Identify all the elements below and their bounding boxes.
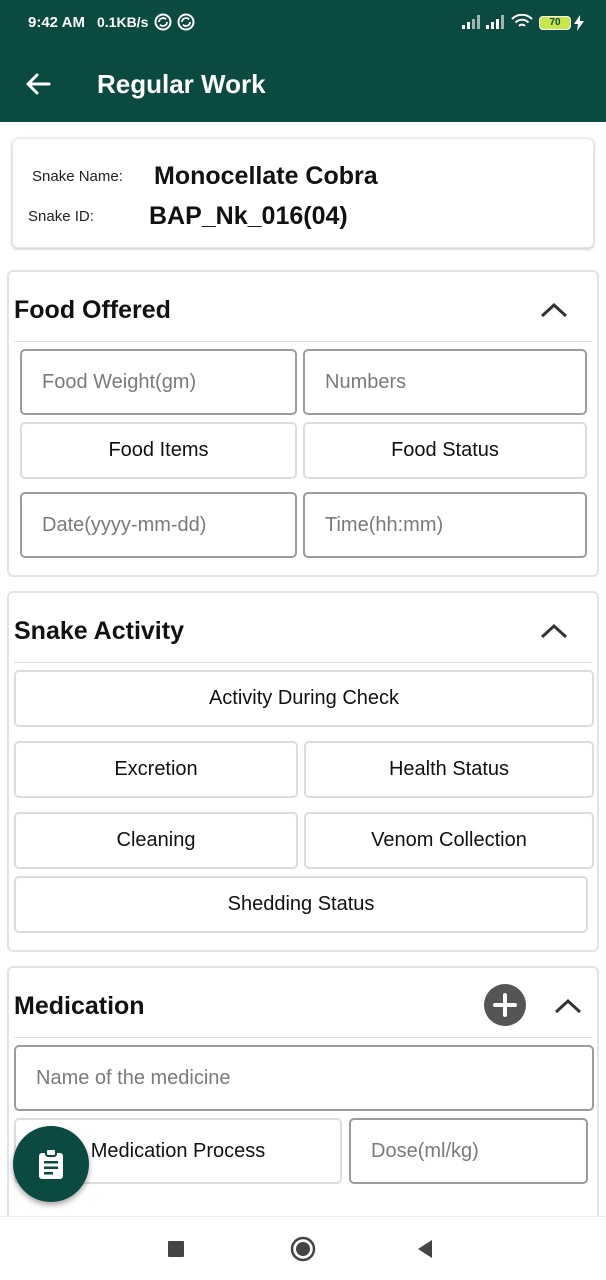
app-bar: Regular Work: [0, 46, 606, 122]
sync-icon: [177, 13, 195, 31]
system-navigation-bar: [0, 1216, 606, 1280]
excretion-button[interactable]: Excretion: [14, 741, 298, 798]
circle-icon[interactable]: [290, 1236, 316, 1262]
clipboard-fab-button[interactable]: [13, 1126, 89, 1202]
date-input[interactable]: Date(yyyy-mm-dd): [20, 492, 297, 558]
clipboard-icon: [39, 1148, 63, 1179]
chevron-up-icon[interactable]: [539, 621, 569, 641]
food-offered-card: Food Offered Food Weight(gm) Numbers Foo…: [7, 270, 599, 577]
snake-activity-card: Snake Activity Activity During Check Exc…: [7, 591, 599, 952]
venom-collection-button[interactable]: Venom Collection: [304, 812, 594, 869]
snake-name-label: Snake Name:: [32, 168, 123, 185]
battery-icon: 70: [539, 16, 571, 30]
status-network-speed: 0.1KB/s: [97, 14, 149, 30]
food-offered-title: Food Offered: [14, 296, 171, 324]
snake-name-value: Monocellate Cobra: [154, 162, 378, 190]
square-icon[interactable]: [167, 1240, 185, 1258]
food-items-button[interactable]: Food Items: [20, 422, 297, 479]
page-title: Regular Work: [97, 69, 266, 99]
divider: [14, 341, 592, 342]
status-time: 9:42 AM: [28, 14, 85, 31]
divider: [14, 662, 592, 663]
activity-during-check-button[interactable]: Activity During Check: [14, 670, 594, 727]
signal-icon: [462, 15, 480, 29]
snake-id-label: Snake ID:: [28, 208, 94, 225]
wifi-icon: [511, 14, 533, 27]
divider: [14, 1037, 592, 1038]
snake-info-card: Snake Name: Monocellate Cobra Snake ID: …: [12, 138, 594, 248]
snake-activity-title: Snake Activity: [14, 617, 184, 645]
signal-icon: [486, 15, 504, 29]
status-bar: 9:42 AM 0.1KB/s 70: [0, 0, 606, 46]
numbers-input[interactable]: Numbers: [303, 349, 587, 415]
add-medication-button[interactable]: [484, 984, 526, 1026]
food-weight-input[interactable]: Food Weight(gm): [20, 349, 297, 415]
cleaning-button[interactable]: Cleaning: [14, 812, 298, 869]
plus-icon: [493, 993, 517, 1017]
triangle-back-icon[interactable]: [416, 1239, 434, 1259]
time-input[interactable]: Time(hh:mm): [303, 492, 587, 558]
medicine-name-input[interactable]: Name of the medicine: [14, 1045, 594, 1111]
battery-level: 70: [549, 17, 561, 28]
sync-icon: [154, 13, 172, 31]
dose-input[interactable]: Dose(ml/kg): [349, 1118, 588, 1184]
chevron-up-icon[interactable]: [539, 300, 569, 320]
snake-id-value: BAP_Nk_016(04): [149, 202, 348, 230]
medication-title: Medication: [14, 992, 145, 1020]
health-status-button[interactable]: Health Status: [304, 741, 594, 798]
back-arrow-icon[interactable]: [22, 68, 54, 100]
food-status-button[interactable]: Food Status: [303, 422, 587, 479]
shedding-status-button[interactable]: Shedding Status: [14, 876, 588, 933]
charging-icon: [574, 15, 584, 31]
chevron-up-icon[interactable]: [553, 996, 583, 1016]
